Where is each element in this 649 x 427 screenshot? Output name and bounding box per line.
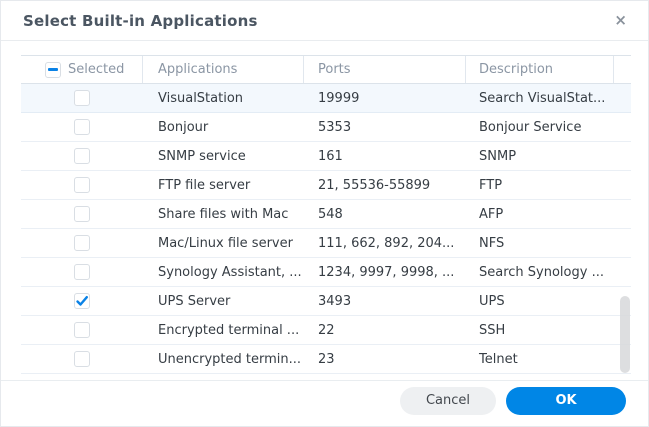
row-cell-description: NFS [466, 229, 614, 257]
row-cell-description: Bonjour Service [466, 113, 614, 141]
select-built-in-applications-dialog: Select Built-in Applications × Selected … [0, 0, 649, 427]
table-header-row: Selected Applications Ports Description [21, 55, 631, 84]
applications-table: Selected Applications Ports Description … [21, 55, 631, 374]
row-cell-application: Synology Assistant, ... [143, 258, 304, 286]
row-cell-description: SSH [466, 316, 614, 344]
ok-button[interactable]: OK [506, 387, 626, 415]
table-row[interactable]: Share files with Mac548AFP [21, 200, 631, 229]
vertical-scrollbar-thumb[interactable] [620, 296, 630, 373]
row-cell-application: Bonjour [143, 113, 304, 141]
row-cell-selected [21, 316, 143, 344]
row-cell-selected [21, 229, 143, 257]
select-all-checkbox[interactable] [45, 62, 61, 78]
close-icon[interactable]: × [610, 11, 631, 30]
row-checkbox[interactable] [74, 90, 90, 106]
row-cell-application: Mac/Linux file server [143, 229, 304, 257]
table-body: VisualStation19999Search VisualStat...Bo… [21, 84, 631, 374]
table-row[interactable]: Encrypted terminal ...22SSH [21, 316, 631, 345]
header-label-selected: Selected [68, 62, 124, 77]
table-row[interactable]: Unencrypted termin...23Telnet [21, 345, 631, 374]
row-cell-application: VisualStation [143, 84, 304, 112]
row-cell-ports: 22 [304, 316, 466, 344]
row-cell-description: FTP [466, 171, 614, 199]
row-cell-description: AFP [466, 200, 614, 228]
row-cell-ports: 23 [304, 345, 466, 373]
row-cell-ports: 21, 55536-55899 [304, 171, 466, 199]
row-cell-selected [21, 171, 143, 199]
row-cell-description: Telnet [466, 345, 614, 373]
row-checkbox[interactable] [74, 148, 90, 164]
table-row[interactable]: FTP file server21, 55536-55899FTP [21, 171, 631, 200]
header-cell-ports[interactable]: Ports [304, 56, 466, 83]
row-cell-ports: 1234, 9997, 9998, ... [304, 258, 466, 286]
row-checkbox[interactable] [74, 177, 90, 193]
row-cell-ports: 548 [304, 200, 466, 228]
header-cell-description[interactable]: Description [466, 56, 614, 83]
row-cell-selected [21, 142, 143, 170]
row-checkbox[interactable] [74, 264, 90, 280]
row-cell-selected [21, 345, 143, 373]
row-cell-application: Unencrypted termin... [143, 345, 304, 373]
header-cell-applications[interactable]: Applications [143, 56, 304, 83]
cancel-button[interactable]: Cancel [400, 387, 496, 415]
header-cell-selected: Selected [21, 56, 143, 83]
table-row[interactable]: Bonjour5353Bonjour Service [21, 113, 631, 142]
header-cell-filler [614, 56, 631, 83]
row-cell-selected [21, 113, 143, 141]
row-cell-application: Encrypted terminal ... [143, 316, 304, 344]
row-cell-ports: 161 [304, 142, 466, 170]
row-cell-selected [21, 258, 143, 286]
row-cell-description: UPS [466, 287, 614, 315]
row-checkbox[interactable] [74, 119, 90, 135]
table-row[interactable]: UPS Server3493UPS [21, 287, 631, 316]
row-checkbox[interactable] [74, 322, 90, 338]
row-cell-ports: 19999 [304, 84, 466, 112]
row-cell-ports: 111, 662, 892, 204... [304, 229, 466, 257]
dialog-footer: Cancel OK [1, 380, 648, 426]
row-cell-ports: 5353 [304, 113, 466, 141]
table-row[interactable]: Synology Assistant, ...1234, 9997, 9998,… [21, 258, 631, 287]
table-row[interactable]: Mac/Linux file server111, 662, 892, 204.… [21, 229, 631, 258]
row-cell-selected [21, 200, 143, 228]
row-checkbox-checked[interactable] [74, 293, 90, 309]
row-cell-application: FTP file server [143, 171, 304, 199]
row-cell-application: SNMP service [143, 142, 304, 170]
dialog-titlebar: Select Built-in Applications × [1, 1, 648, 41]
row-cell-selected [21, 84, 143, 112]
row-checkbox[interactable] [74, 351, 90, 367]
table-row[interactable]: SNMP service161SNMP [21, 142, 631, 171]
row-cell-description: Search Synology ... [466, 258, 614, 286]
row-cell-selected [21, 287, 143, 315]
row-cell-application: UPS Server [143, 287, 304, 315]
dialog-title: Select Built-in Applications [23, 12, 258, 30]
row-checkbox[interactable] [74, 206, 90, 222]
indeterminate-mark-icon [48, 68, 58, 71]
row-cell-ports: 3493 [304, 287, 466, 315]
row-cell-description: Search VisualStat... [466, 84, 614, 112]
row-cell-application: Share files with Mac [143, 200, 304, 228]
row-cell-description: SNMP [466, 142, 614, 170]
table-row[interactable]: VisualStation19999Search VisualStat... [21, 84, 631, 113]
row-checkbox[interactable] [74, 235, 90, 251]
